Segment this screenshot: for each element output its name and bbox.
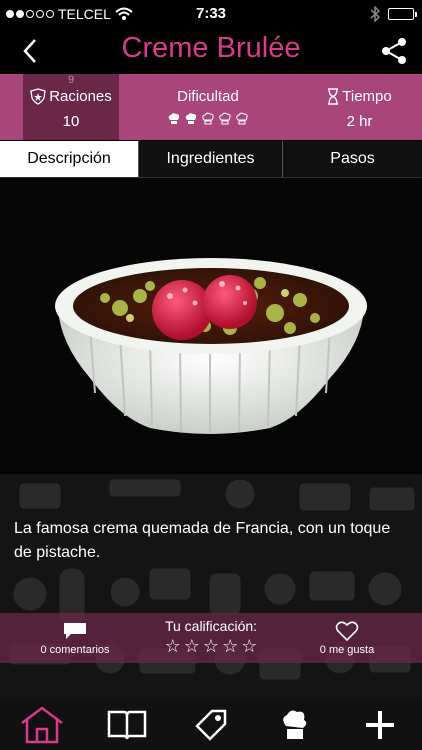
battery-icon <box>388 8 417 20</box>
status-time: 7:33 <box>195 5 227 22</box>
shield-icon <box>30 88 46 105</box>
raciones-cell[interactable]: 9 Raciones 10 <box>23 74 119 140</box>
page-title: Creme Brulée <box>121 32 301 64</box>
share-icon[interactable] <box>380 36 408 66</box>
status-bar: TELCEL 7:33 <box>0 0 422 28</box>
raciones-value: 10 <box>62 113 80 130</box>
nav-chef[interactable] <box>270 703 320 747</box>
dificultad-cell: Dificultad <box>119 74 297 140</box>
nav-add[interactable] <box>355 703 405 747</box>
app-header: Creme Brulée <box>0 28 422 74</box>
star-icon[interactable]: ☆ <box>241 636 257 657</box>
social-bar: 0 comentarios Tu calificación: ☆ ☆ ☆ ☆ ☆… <box>0 613 422 663</box>
dessert-pattern-background <box>0 474 422 700</box>
difficulty-rating <box>119 112 297 126</box>
recipe-description: La famosa crema quemada de Francia, con … <box>14 520 391 561</box>
likes-count: 0 me gusta <box>319 644 375 656</box>
hourglass-icon <box>328 88 339 105</box>
nav-home[interactable] <box>17 703 67 747</box>
star-icon[interactable]: ☆ <box>184 636 200 657</box>
tab-ingredientes[interactable]: Ingredientes <box>139 141 283 177</box>
chef-hat-outline-icon <box>219 112 231 125</box>
tiempo-label: Tiempo <box>342 88 392 105</box>
pattern-image <box>9 479 415 680</box>
chef-hat-outline-icon <box>236 112 248 125</box>
recipe-info-band: 9 Raciones 10 Dificultad Tiempo 2 hr <box>0 74 422 140</box>
bottom-nav <box>0 700 422 750</box>
raciones-prev-value: 9 <box>67 74 75 86</box>
book-icon[interactable] <box>106 708 148 742</box>
tag-icon[interactable] <box>194 708 228 742</box>
dificultad-label: Dificultad <box>177 88 239 105</box>
tiempo-cell: Tiempo 2 hr <box>297 74 422 140</box>
plus-icon[interactable] <box>363 708 397 742</box>
rating-stars[interactable]: ☆ ☆ ☆ ☆ ☆ <box>150 636 272 657</box>
chef-hat-icon <box>168 113 180 124</box>
chef-hat-icon <box>185 113 197 124</box>
tab-pasos[interactable]: Pasos <box>283 141 422 177</box>
nav-tags[interactable] <box>186 703 236 747</box>
speech-bubble-icon <box>64 623 86 639</box>
bluetooth-icon <box>370 6 380 22</box>
home-icon[interactable] <box>19 705 65 745</box>
recipe-photo <box>0 178 422 474</box>
creme-brulee-image <box>55 258 367 434</box>
status-right <box>370 6 417 22</box>
chef-hat-outline-icon <box>202 112 214 125</box>
comments-count: 0 comentarios <box>40 644 110 656</box>
rating-section: Tu calificación: ☆ ☆ ☆ ☆ ☆ <box>150 613 272 663</box>
chef-hat-icon[interactable] <box>280 708 310 742</box>
rating-label: Tu calificación: <box>164 618 258 634</box>
heart-icon <box>335 621 359 642</box>
comments-button[interactable]: 0 comentarios <box>0 613 150 663</box>
star-icon[interactable]: ☆ <box>203 636 219 657</box>
raciones-label: Raciones <box>49 88 112 105</box>
nav-recipes[interactable] <box>102 703 152 747</box>
star-icon[interactable]: ☆ <box>222 636 238 657</box>
likes-button[interactable]: 0 me gusta <box>272 613 422 663</box>
recipe-tabs: Descripción Ingredientes Pasos <box>0 141 422 178</box>
star-icon[interactable]: ☆ <box>165 636 181 657</box>
tiempo-value: 2 hr <box>346 113 373 130</box>
tab-descripcion[interactable]: Descripción <box>0 141 139 177</box>
